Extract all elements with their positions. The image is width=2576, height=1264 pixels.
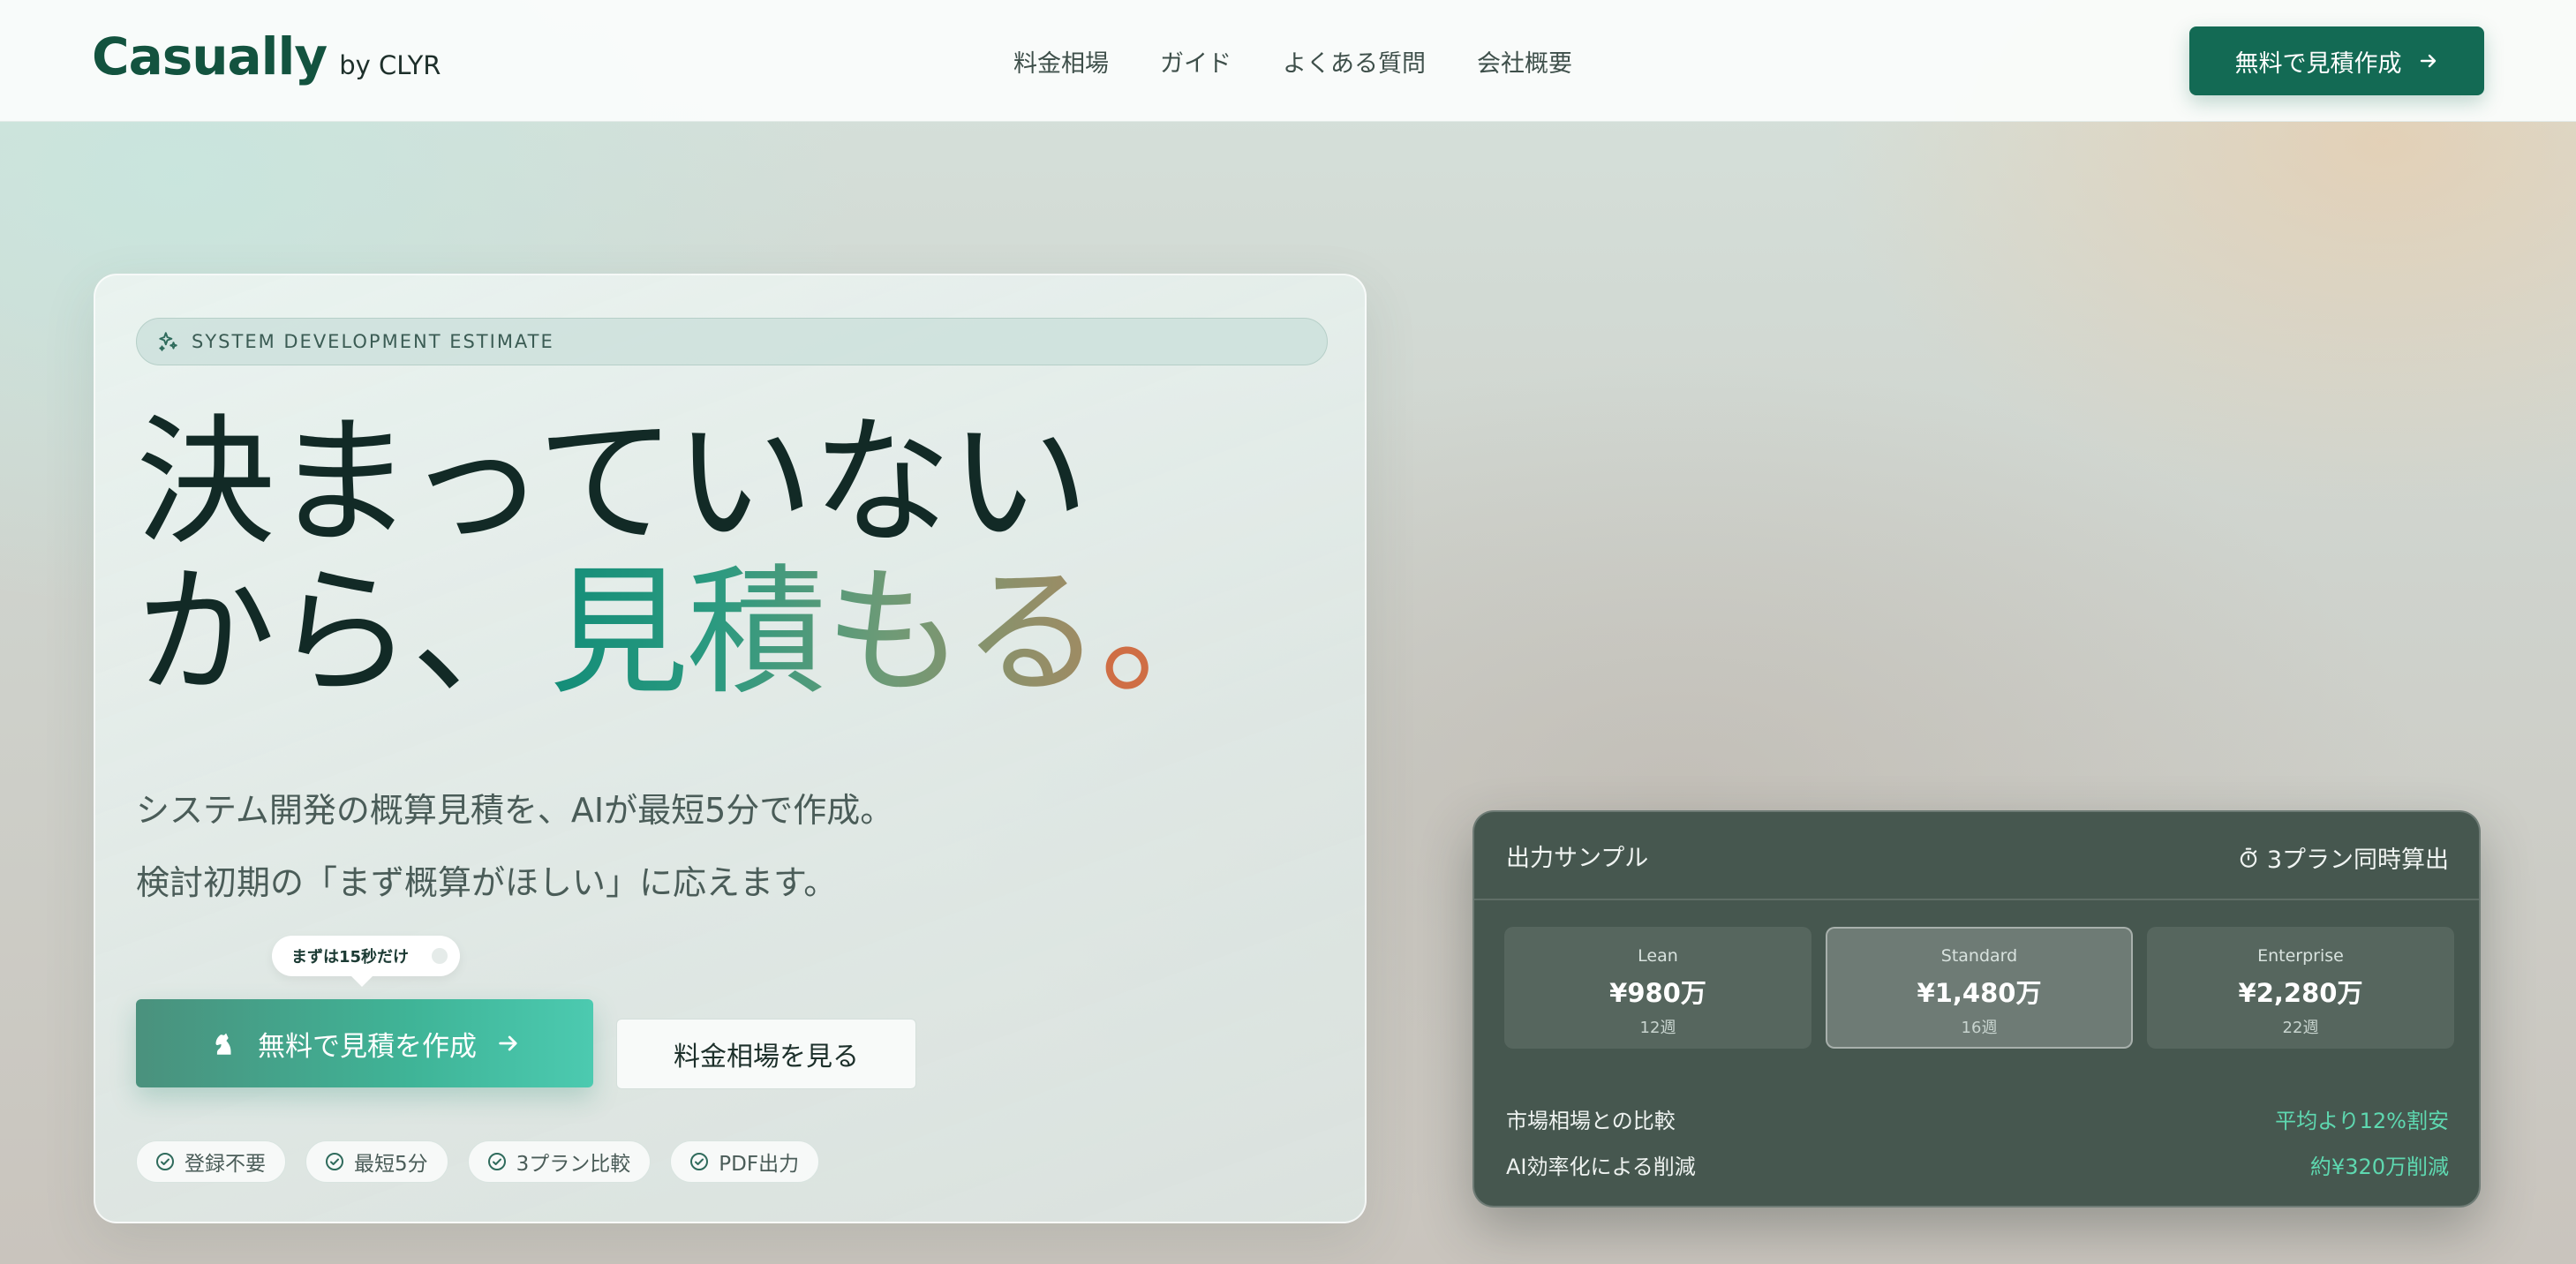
plan-price: ¥980万 (1609, 978, 1706, 1008)
view-pricing-button[interactable]: 料金相場を見る (616, 1019, 916, 1089)
lead-line-1: システム開発の概算見積を、AIが最短5分で作成。 (136, 791, 894, 830)
plan-name: Standard (1940, 946, 2018, 966)
logo[interactable]: Casually by CLYR (92, 26, 441, 87)
header-cta-label: 無料で見積作成 (2234, 49, 2402, 78)
plan-card-standard[interactable]: Standard ¥1,480万 16週 (1826, 927, 2133, 1049)
feature-chip-label: 登録不要 (185, 1153, 266, 1176)
arrow-right-icon (499, 1035, 517, 1051)
site-header: Casually by CLYR 料金相場 ガイド よくある質問 会社概要 無料… (0, 0, 2576, 122)
hero-lead: システム開発の概算見積を、AIが最短5分で作成。 検討初期の「まず概算がほしい」… (136, 774, 1284, 919)
plan-list: Lean ¥980万 12週 Standard ¥1,480万 16週 Ente… (1504, 927, 2454, 1049)
lead-line-2: 検討初期の「まず概算がほしい」に応えます。 (136, 863, 838, 902)
arrow-right-icon (2420, 54, 2436, 68)
logo-subtitle: by CLYR (339, 50, 441, 80)
tooltip-dot (432, 948, 448, 964)
create-estimate-button[interactable]: 無料で見積を作成 (136, 999, 593, 1087)
tooltip-label: まずは15秒だけ (291, 948, 410, 967)
metric-label: 市場相場との比較 (1506, 1109, 1676, 1133)
nav-link-faq[interactable]: よくある質問 (1283, 44, 1426, 79)
metric-value: 約¥320万削減 (2309, 1155, 2449, 1179)
check-circle-icon (487, 1153, 506, 1170)
headline-accent: 見積もる (549, 552, 1102, 714)
plan-card-enterprise[interactable]: Enterprise ¥2,280万 22週 (2147, 927, 2454, 1049)
plan-duration: 22週 (2282, 1019, 2319, 1037)
check-circle-icon (326, 1153, 343, 1170)
check-circle-icon (690, 1153, 709, 1170)
feature-chip: 登録不要 (136, 1140, 286, 1183)
nav-link-pricing[interactable]: 料金相場 (1013, 44, 1109, 79)
create-estimate-label: 無料で見積を作成 (258, 1030, 477, 1063)
plan-duration: 12週 (1639, 1019, 1676, 1037)
headline-line-1: 決まっていない (136, 402, 1089, 564)
plan-card-lean[interactable]: Lean ¥980万 12週 (1504, 927, 1811, 1049)
feature-chip: 3プラン比較 (467, 1140, 652, 1183)
sample-plan-count-label: 3プラン同時算出 (2266, 846, 2449, 874)
sample-title: 出力サンプル (1506, 845, 1649, 872)
sparkle-icon (159, 332, 177, 351)
feature-chip-label: 3プラン比較 (516, 1153, 631, 1176)
sample-output-card: 出力サンプル 3プラン同時算出 Lean ¥980万 12週 Standard … (1473, 810, 2481, 1208)
plan-name: Lean (1638, 946, 1678, 966)
feature-chips: 登録不要 最短5分 3プラン比較 PDF出力 (136, 1140, 820, 1183)
category-badge: SYSTEM DEVELOPMENT ESTIMATE (136, 318, 1328, 365)
plan-price: ¥1,480万 (1917, 978, 2042, 1008)
logo-wordmark: Casually (92, 26, 328, 87)
headline-line-2-prefix: から、 (136, 552, 551, 714)
plan-name: Enterprise (2257, 946, 2344, 966)
view-pricing-label: 料金相場を見る (674, 1042, 859, 1072)
sample-plan-count: 3プラン同時算出 (2237, 840, 2449, 875)
metric-row-market: 市場相場との比較 平均より12%割安 (1506, 1103, 2449, 1134)
check-circle-icon (156, 1153, 174, 1170)
nav-link-guide[interactable]: ガイド (1160, 44, 1232, 79)
main-nav: 料金相場 ガイド よくある質問 会社概要 (1013, 44, 1572, 79)
feature-chip-label: 最短5分 (354, 1153, 428, 1176)
feature-chip: PDF出力 (670, 1140, 820, 1183)
feature-chip: 最短5分 (305, 1140, 448, 1183)
chess-knight-icon (215, 1033, 231, 1055)
sample-divider (1474, 899, 2479, 900)
metric-label: AI効率化による削減 (1506, 1155, 1696, 1179)
headline-period: 。 (1100, 552, 1239, 714)
metric-value: 平均より12%割安 (2275, 1109, 2449, 1133)
feature-chip-label: PDF出力 (719, 1153, 800, 1176)
stopwatch-icon (2240, 847, 2257, 868)
badge-label: SYSTEM DEVELOPMENT ESTIMATE (192, 331, 554, 352)
header-cta-button[interactable]: 無料で見積作成 (2189, 26, 2484, 95)
cta-tooltip: まずは15秒だけ (272, 936, 461, 987)
nav-link-company[interactable]: 会社概要 (1477, 44, 1572, 79)
plan-price: ¥2,280万 (2238, 978, 2363, 1008)
hero-headline: 決まっていない から、見積もる。 (136, 408, 1284, 708)
hero-card: SYSTEM DEVELOPMENT ESTIMATE 決まっていない から、見… (94, 274, 1367, 1223)
metric-row-savings: AI効率化による削減 約¥320万削減 (1506, 1149, 2449, 1180)
plan-duration: 16週 (1961, 1019, 1998, 1037)
